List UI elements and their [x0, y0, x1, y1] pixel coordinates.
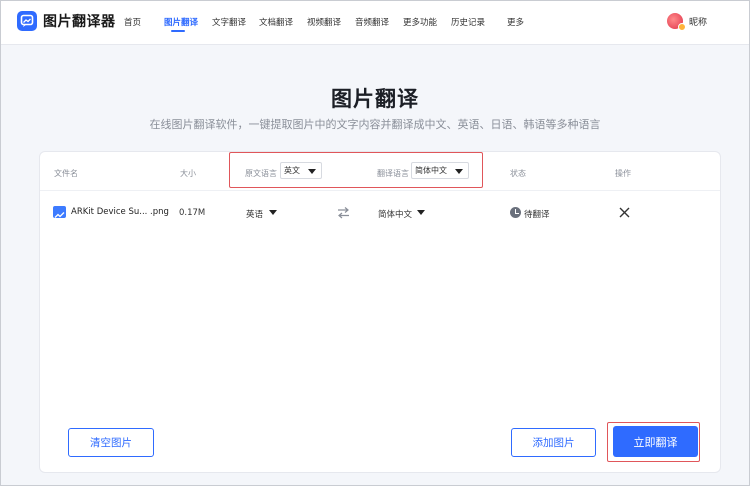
table-header-divider — [40, 190, 720, 191]
clock-icon — [510, 207, 521, 218]
page-subtitle: 在线图片翻译软件，一键提取图片中的文字内容并翻译成中文、英语、日语、韩语等多种语… — [149, 118, 601, 131]
app-name: 图片翻译器 — [43, 14, 116, 30]
chevron-down-icon — [417, 210, 425, 215]
row-target-lang-value: 简体中文 — [378, 210, 413, 220]
nav-item-image-translate[interactable]: 图片翻译 — [164, 16, 198, 28]
image-file-icon — [53, 206, 66, 218]
translate-now-button[interactable]: 立即翻译 — [613, 426, 698, 457]
app-logo[interactable]: 图片翻译器 — [17, 11, 116, 31]
row-source-lang-value: 英语 — [246, 210, 264, 220]
nav-item-more-features[interactable]: 更多功能 — [403, 16, 437, 28]
chat-image-icon — [17, 11, 37, 31]
nav-item-history[interactable]: 历史记录 — [451, 16, 485, 28]
nav-item-home[interactable]: 首页 — [124, 16, 141, 28]
add-image-button[interactable]: 添加图片 — [511, 428, 596, 457]
swap-icon[interactable] — [337, 206, 350, 219]
column-header-actions: 操作 — [615, 169, 631, 178]
close-icon[interactable] — [618, 206, 631, 219]
chevron-down-icon — [269, 210, 277, 215]
clear-images-button[interactable]: 清空图片 — [68, 428, 154, 457]
row-status: 待翻译 — [524, 210, 550, 220]
active-nav-indicator — [171, 30, 185, 32]
column-header-filename: 文件名 — [54, 169, 78, 178]
nav-item-more[interactable]: 更多 — [507, 16, 524, 28]
language-settings-highlight — [229, 152, 483, 188]
file-name: ARKit Device Su... .png — [71, 207, 169, 217]
user-menu[interactable]: 昵称 — [667, 13, 708, 31]
nav-item-video-translate[interactable]: 视频翻译 — [307, 16, 341, 28]
nav-item-audio-translate[interactable]: 音频翻译 — [355, 16, 389, 28]
avatar — [667, 13, 686, 31]
file-size: 0.17M — [179, 208, 206, 218]
nav-item-text-translate[interactable]: 文字翻译 — [212, 16, 246, 28]
column-header-status: 状态 — [510, 169, 526, 178]
column-header-size: 大小 — [180, 169, 196, 178]
page-title: 图片翻译 — [331, 87, 419, 111]
avatar-badge — [678, 23, 686, 31]
nav-item-doc-translate[interactable]: 文档翻译 — [259, 16, 293, 28]
user-nickname: 昵称 — [689, 17, 708, 28]
top-nav-bar: 图片翻译器 首页 图片翻译 文字翻译 文档翻译 视频翻译 音频翻译 更多功能 历… — [1, 1, 749, 45]
